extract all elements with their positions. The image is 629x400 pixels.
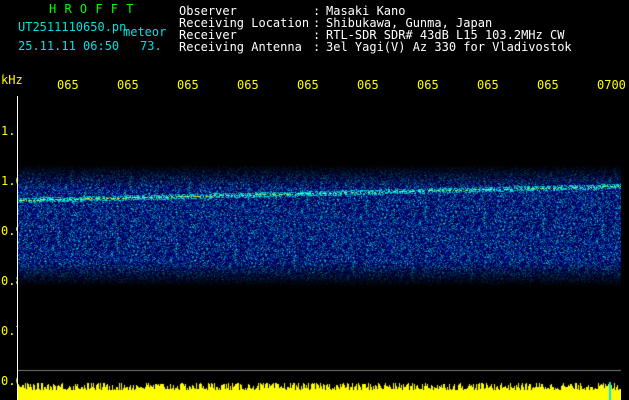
x-axis-label: 065 [57,78,79,92]
antenna-value: 3el Yagi(V) Az 330 for Vladivostok [326,40,572,54]
x-axis-label: 065 [117,78,139,92]
antenna-colon: : [313,40,321,54]
axis-unit-label: kHz [1,73,23,87]
x-axis-label: 0700 [597,78,626,92]
spectrogram-canvas [18,96,621,400]
x-axis-label: 065 [357,78,379,92]
x-axis-label: 065 [477,78,499,92]
x-axis-label: 065 [537,78,559,92]
x-axis-label: 065 [417,78,439,92]
datetime-label: 25.11.11 06:50 [18,39,120,53]
x-axis-label: 065 [297,78,319,92]
x-axis-label: 065 [237,78,259,92]
antenna-label: Receiving Antenna [179,40,302,54]
x-axis-label: 065 [177,78,199,92]
system-title: H R O F F T [49,2,134,16]
image-filename: UT2511110650.pn [18,20,127,34]
count-label: 73. [140,39,162,53]
product-label: meteor [123,25,167,39]
